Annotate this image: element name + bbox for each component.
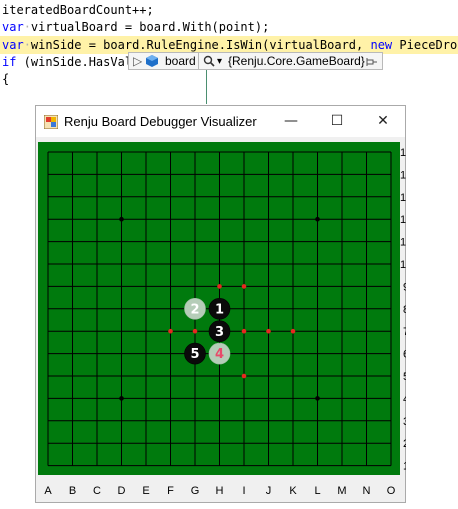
candidate-marker [192,328,198,334]
minimize-button[interactable]: — [268,106,314,137]
stone-white: 4 [208,342,231,365]
row-label: 10 [400,259,406,271]
column-label: I [242,485,245,497]
star-point [119,396,124,401]
candidate-marker [266,328,271,334]
window-titlebar[interactable]: Renju Board Debugger Visualizer — ☐ ✕ [36,106,405,137]
star-point [119,216,124,222]
code-keyword: if [2,55,17,69]
code-line-2: var·virtualBoard = board.With(point); [2,20,270,34]
column-label: A [44,485,52,497]
code-text: winSide = board.RuleEngine.IsWin(virtual… [30,38,371,52]
star-point [315,216,320,222]
code-text: iteratedBoardCount++; [2,3,154,17]
column-label: L [314,485,320,497]
candidate-marker [241,328,247,334]
code-keyword: var [2,38,24,52]
row-label: 11 [400,237,406,249]
code-line-1: iteratedBoardCount++; [2,2,154,19]
datatip: ▷ board ▾ {Renju.Core.GameBoard} [128,52,383,70]
column-label: K [289,485,297,497]
row-labels: 15 14 13 12 11 10 9 8 7 6 5 4 3 2 1 [400,147,406,473]
row-label: 3 [403,416,406,428]
row-label: 14 [400,169,406,181]
candidate-marker [241,373,247,379]
stone-number: 2 [190,302,199,317]
stone-black: 1 [208,298,231,320]
stone-black: 3 [208,320,231,342]
code-keyword: new [370,38,393,52]
column-label: H [216,485,224,497]
column-label: M [337,485,346,497]
object-icon [146,55,158,70]
column-label: E [142,485,149,497]
visualizer-dropdown-icon[interactable]: ▾ [217,55,222,69]
code-text: virtualBoard = board.With(point); [30,20,270,34]
row-label: 12 [400,214,406,226]
code-line-4: if (winSide.HasVal [2,54,132,71]
stone-number: 1 [215,302,224,317]
datatip-connector [206,70,207,104]
row-label: 2 [403,438,406,450]
app-icon [43,114,59,130]
star-point [315,396,320,401]
code-keyword: var [2,20,24,34]
stone-number: 3 [215,325,224,340]
row-label: 6 [403,349,406,361]
column-label: D [118,485,126,497]
window-title: Renju Board Debugger Visualizer [64,114,257,129]
row-label: 9 [403,281,406,293]
code-text: { [2,72,10,86]
stone-black: 5 [184,342,206,365]
code-line-5: { [2,71,9,88]
column-label: B [69,485,76,497]
datatip-divider [198,53,199,69]
pin-icon[interactable] [366,56,378,70]
row-label: 8 [403,304,406,316]
column-label: N [363,485,371,497]
close-button[interactable]: ✕ [360,106,406,137]
column-label: O [387,485,396,497]
stone-white: 2 [184,298,206,320]
code-text: PieceDrop( [399,38,458,52]
stone-number: 4 [215,347,224,362]
candidate-marker [241,284,247,289]
game-board[interactable]: 1 2 3 4 5 [38,142,400,475]
stone-number: 5 [190,347,199,362]
row-label: 5 [403,371,406,383]
maximize-button[interactable]: ☐ [314,106,360,137]
expand-arrow-icon[interactable]: ▷ [133,54,142,68]
row-label: 1 [403,461,406,473]
column-label: F [167,485,174,497]
candidate-marker [290,328,296,334]
visualizer-window: Renju Board Debugger Visualizer — ☐ ✕ 12… [35,105,406,503]
candidate-marker [168,328,173,334]
row-label: 13 [400,192,406,204]
column-labels: A B C D E F G H I J K L M N O [44,485,396,497]
code-text: (winSide.HasVal [16,55,133,69]
row-label: 15 [400,147,406,159]
datatip-variable-name: board [165,54,196,68]
column-label: G [191,485,200,497]
column-label: C [93,485,101,497]
column-label: J [266,485,272,497]
magnifier-icon[interactable] [203,55,215,70]
candidate-marker [217,284,222,289]
row-label: 4 [403,393,406,405]
datatip-value: {Renju.Core.GameBoard} [228,54,365,68]
row-label: 7 [403,326,406,338]
